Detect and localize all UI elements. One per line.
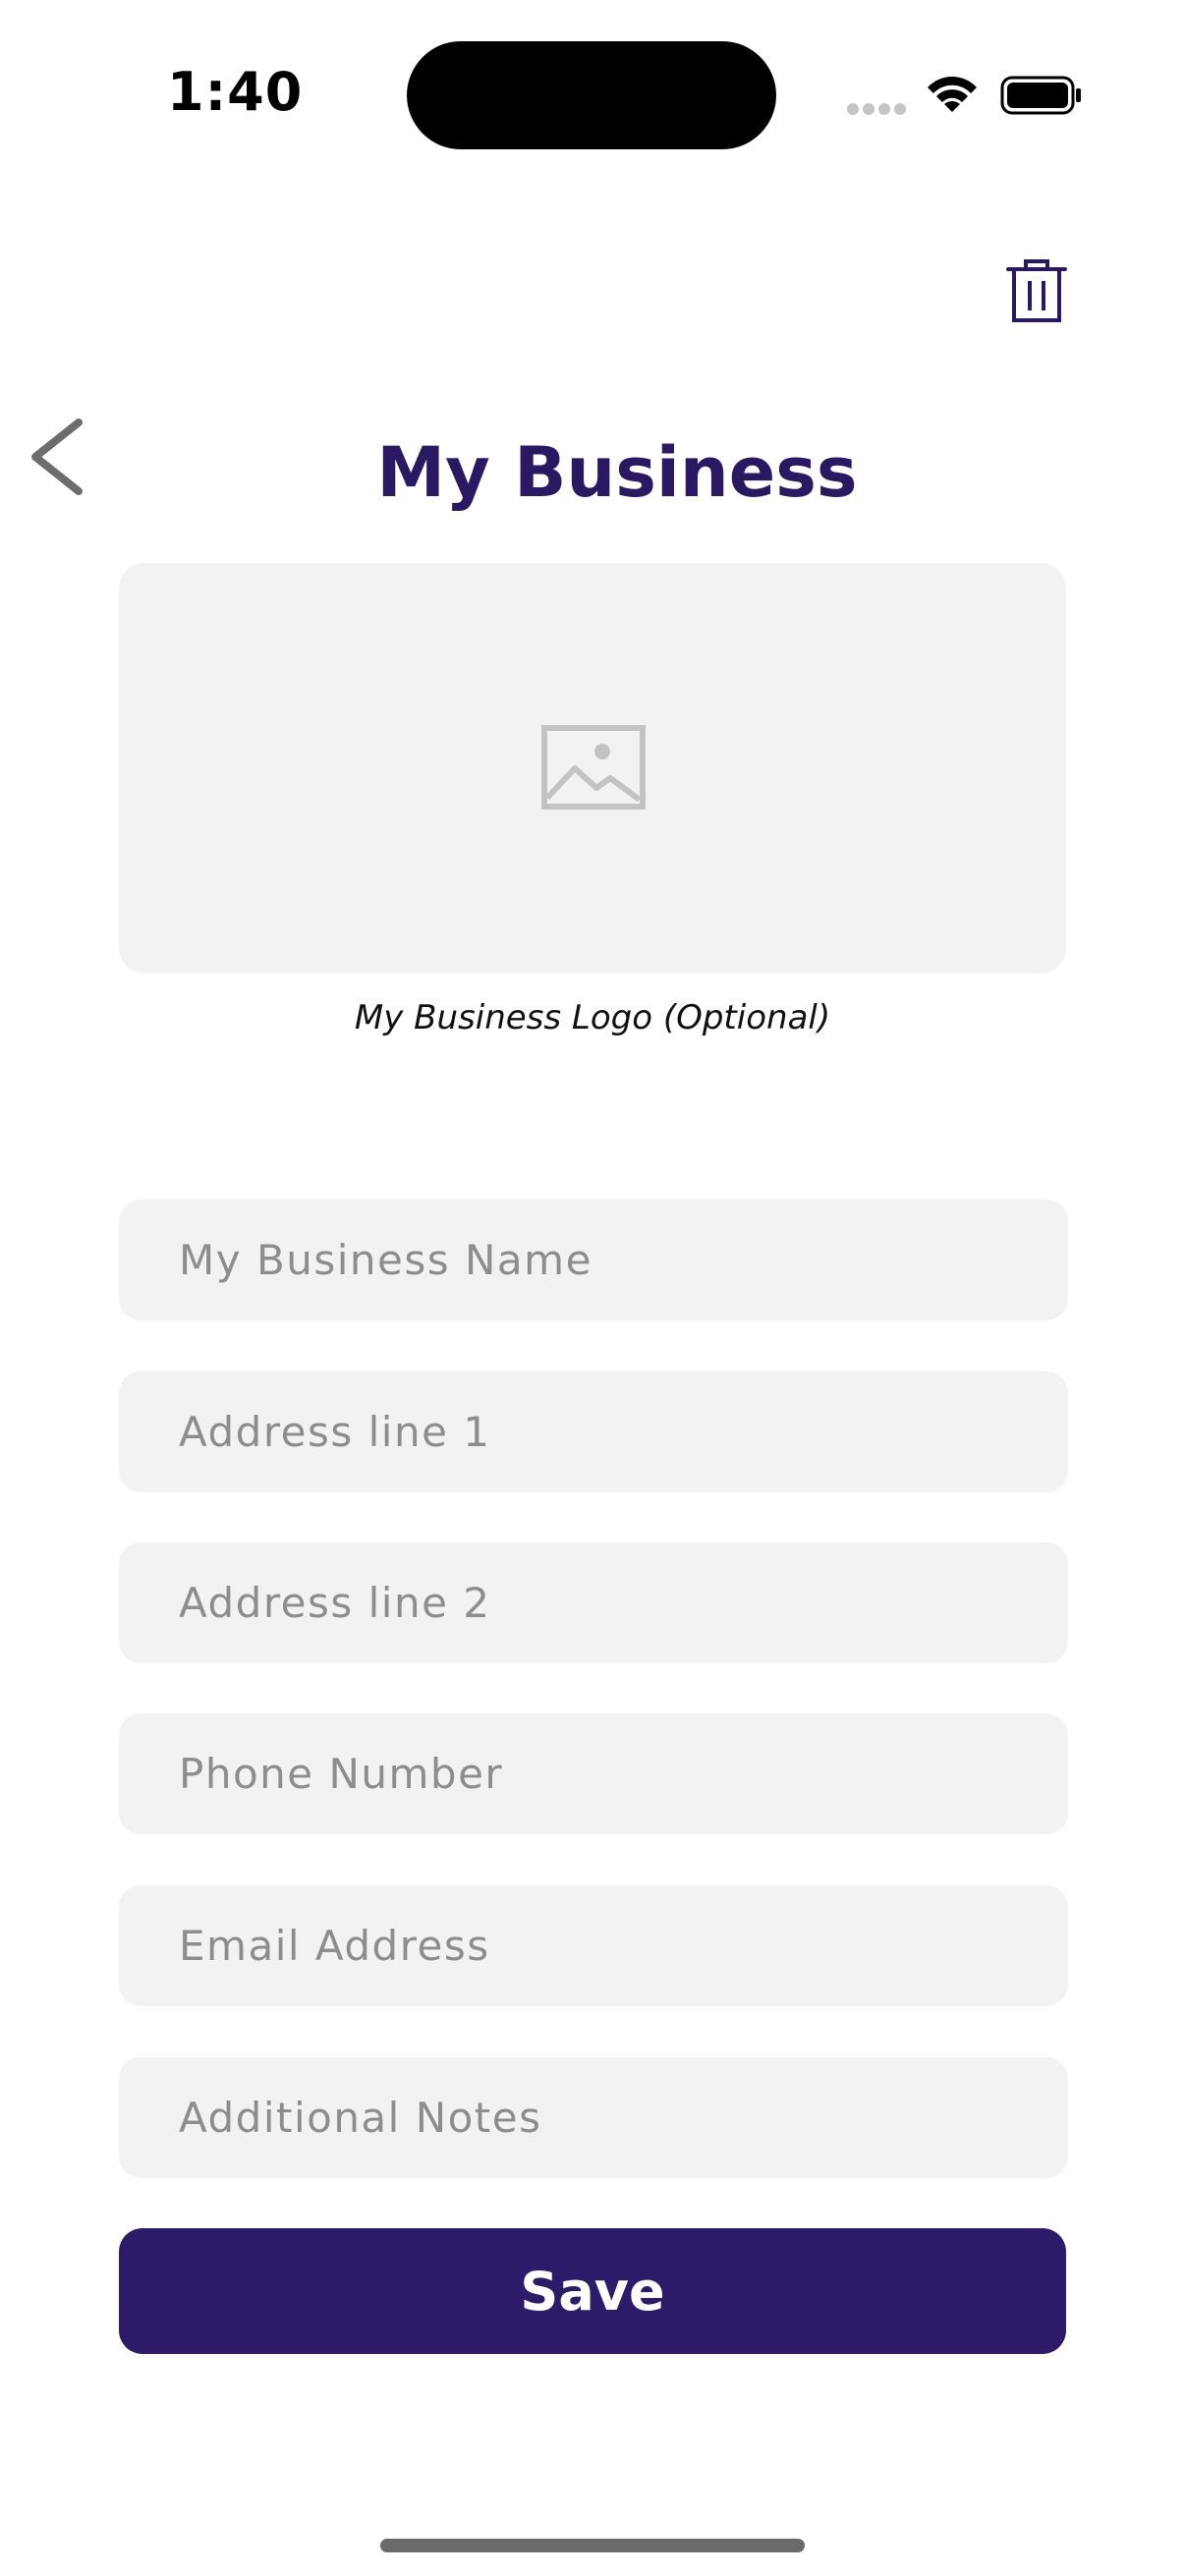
address-line-1-input[interactable]	[119, 1372, 1068, 1492]
logo-caption: My Business Logo (Optional)	[354, 998, 831, 1037]
wifi-icon	[928, 77, 977, 112]
my-business-screen: 1:40 My Business My Business Logo (Optio…	[0, 0, 1185, 2576]
image-placeholder-icon	[541, 725, 646, 810]
logo-upload-area[interactable]	[119, 563, 1066, 974]
battery-icon	[1000, 76, 1081, 115]
status-time: 1:40	[167, 61, 304, 123]
additional-notes-input[interactable]	[119, 2057, 1068, 2178]
address-line-2-input[interactable]	[119, 1542, 1068, 1663]
trash-icon[interactable]	[1002, 257, 1071, 326]
save-button[interactable]: Save	[119, 2228, 1066, 2354]
home-indicator	[380, 2539, 805, 2552]
page-title: My Business	[376, 432, 858, 513]
phone-number-input[interactable]	[119, 1713, 1068, 1834]
business-name-input[interactable]	[119, 1200, 1068, 1320]
email-address-input[interactable]	[119, 1885, 1068, 2006]
dynamic-island	[407, 41, 776, 149]
cellular-signal-icon	[847, 103, 906, 115]
